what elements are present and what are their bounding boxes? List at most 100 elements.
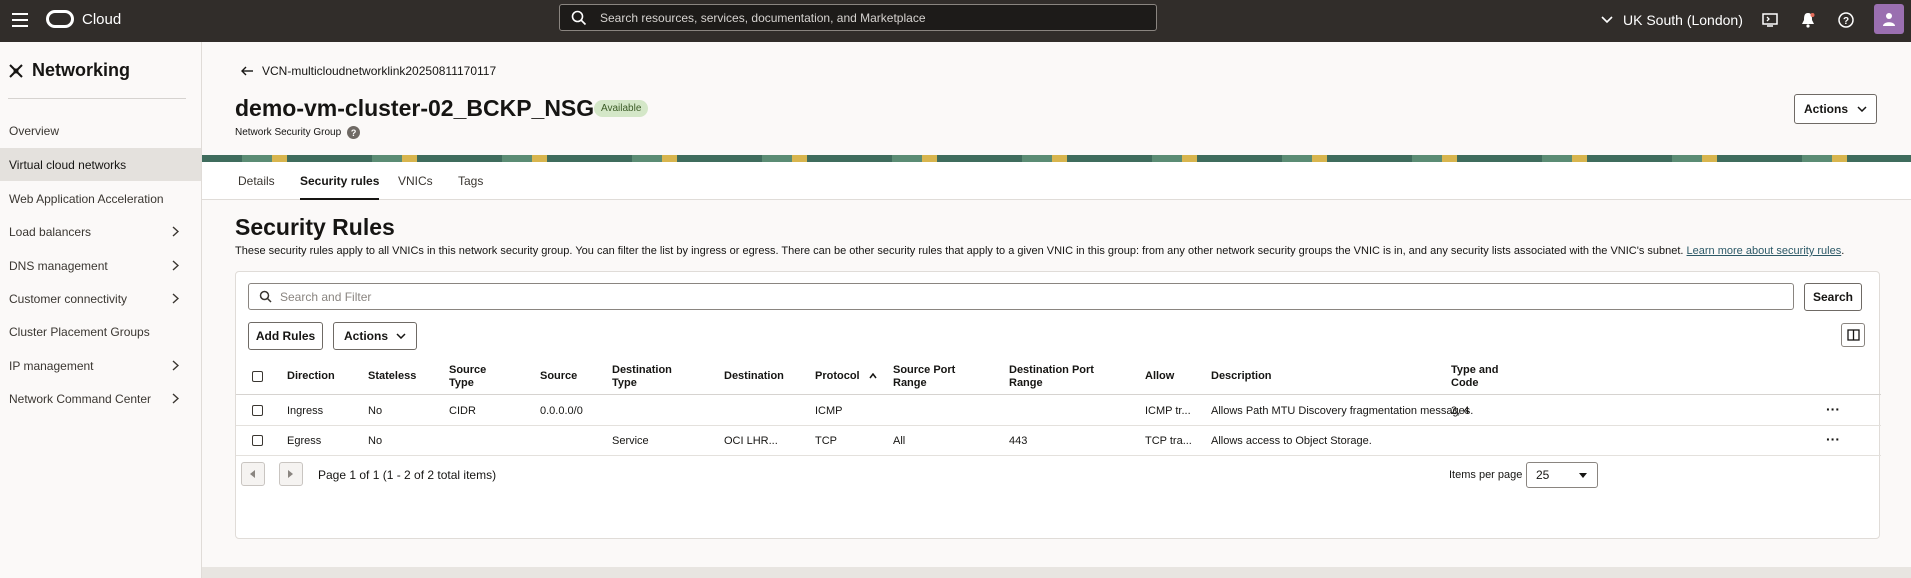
sidebar-item-web-application-acceleration[interactable]: Web Application Acceleration — [0, 182, 201, 215]
sidebar-item-overview[interactable]: Overview — [0, 114, 201, 147]
column-header-label: Type — [612, 377, 637, 389]
sidebar-item-label: Network Command Center — [9, 391, 152, 406]
learn-more-link[interactable]: Learn more about security rules — [1687, 245, 1842, 257]
items-per-page-label: Items per page — [1449, 469, 1523, 481]
column-settings-button[interactable] — [1841, 323, 1865, 347]
search-button[interactable]: Search — [1804, 283, 1862, 311]
brand-name[interactable]: Cloud — [82, 11, 121, 28]
menu-icon[interactable] — [12, 13, 28, 29]
column-header-protocol[interactable]: Protocol — [815, 370, 877, 383]
security-rules-panel: Search and Filter Search Add Rules Actio… — [235, 271, 1881, 539]
cell-destination-port-range: 443 — [1009, 435, 1028, 447]
page-footer-strip — [202, 567, 1911, 578]
previous-page-button[interactable] — [241, 462, 265, 486]
global-search-placeholder: Search resources, services, documentatio… — [600, 10, 926, 25]
column-header-label: Source — [540, 370, 578, 382]
column-header-label: Direction — [287, 370, 335, 382]
pagination-summary: Page 1 of 1 (1 - 2 of 2 total items) — [318, 468, 497, 482]
column-header-label: Destination Port — [1009, 364, 1094, 376]
user-icon — [1883, 13, 1895, 26]
column-header-destination-port-range[interactable]: Destination Port Range — [1009, 364, 1094, 390]
column-header-label: Type and — [1451, 364, 1499, 376]
column-header-description[interactable]: Description — [1211, 370, 1272, 383]
global-search-input[interactable]: Search resources, services, documentatio… — [559, 4, 1157, 31]
column-header-source-type[interactable]: Source Type — [449, 364, 486, 390]
cell-source-port-range: All — [893, 435, 906, 447]
row-actions-icon[interactable]: ··· — [1826, 431, 1840, 447]
table-row: Ingress No CIDR 0.0.0.0/0 ICMP ICMP tr..… — [236, 396, 1881, 426]
items-per-page-value: 25 — [1536, 468, 1550, 482]
chevron-right-icon — [172, 226, 179, 237]
header-actions-label: Actions — [1803, 102, 1848, 116]
cell-source: 0.0.0.0/0 — [540, 405, 583, 417]
sidebar-item-customer-connectivity[interactable]: Customer connectivity — [0, 282, 201, 315]
chevron-down-icon — [1601, 16, 1613, 24]
sidebar-title-label: Networking — [32, 60, 131, 80]
sidebar-item-label: Virtual cloud networks — [9, 157, 127, 172]
search-and-filter-input[interactable]: Search and Filter — [248, 283, 1794, 310]
back-link[interactable]: VCN-multicloudnetworklink20250811170117 — [241, 64, 496, 78]
description-period: . — [1841, 245, 1845, 257]
column-header-label: Allow — [1145, 370, 1175, 382]
tab-details[interactable]: Details — [238, 174, 275, 188]
help-icon[interactable]: ? — [347, 126, 361, 139]
cell-destination-type: Service — [612, 435, 649, 447]
section-description: These security rules apply to all VNICs … — [235, 244, 1880, 258]
sidebar-item-network-command-center[interactable]: Network Command Center — [0, 382, 201, 415]
rules-actions-button[interactable]: Actions — [333, 322, 417, 350]
next-page-button[interactable] — [279, 462, 303, 486]
search-icon — [571, 10, 587, 25]
cloud-shell-icon[interactable] — [1761, 11, 1779, 29]
column-header-destination[interactable]: Destination — [724, 370, 784, 383]
tab-security-rules[interactable]: Security rules — [300, 174, 380, 200]
select-all-checkbox[interactable] — [252, 371, 263, 382]
column-header-label: Range — [1009, 377, 1043, 389]
sidebar-title: Networking — [8, 60, 130, 81]
user-avatar[interactable] — [1874, 4, 1904, 34]
cell-protocol: TCP — [815, 435, 837, 447]
cell-description: Allows Path MTU Discovery fragmentation … — [1211, 405, 1474, 417]
sidebar-item-cluster-placement-groups[interactable]: Cluster Placement Groups — [0, 315, 201, 348]
tab-bar: Details Security rules VNICs Tags — [202, 162, 1911, 200]
tab-vnics[interactable]: VNICs — [398, 174, 433, 188]
region-selector[interactable]: UK South (London) — [1601, 12, 1743, 28]
header-actions-button[interactable]: Actions — [1794, 94, 1877, 124]
column-header-allow[interactable]: Allow — [1145, 370, 1174, 383]
column-header-direction[interactable]: Direction — [287, 370, 335, 383]
cell-direction: Ingress — [287, 405, 324, 417]
tab-tags[interactable]: Tags — [458, 174, 483, 188]
items-per-page-select[interactable]: 25 — [1526, 462, 1598, 488]
column-header-stateless[interactable]: Stateless — [368, 370, 416, 383]
oracle-logo-icon[interactable] — [46, 10, 74, 28]
column-header-label: Destination — [724, 370, 784, 382]
add-rules-button[interactable]: Add Rules — [248, 322, 323, 350]
sidebar-item-label: Overview — [9, 123, 60, 138]
column-header-type-and-code[interactable]: Type and Code — [1451, 364, 1498, 390]
column-header-label: Source — [449, 364, 487, 376]
column-header-source-port-range[interactable]: Source Port Range — [893, 364, 955, 390]
arrow-left-icon — [241, 66, 253, 76]
chevron-right-icon — [172, 393, 179, 404]
cell-allow: TCP tra... — [1145, 435, 1192, 447]
row-checkbox[interactable] — [252, 405, 263, 416]
cell-stateless: No — [368, 435, 383, 447]
column-header-label: Destination — [612, 364, 672, 376]
sidebar-item-load-balancers[interactable]: Load balancers — [0, 215, 201, 248]
help-icon[interactable]: ? — [1837, 11, 1855, 29]
cell-description: Allows access to Object Storage. — [1211, 435, 1372, 447]
chevron-right-icon — [172, 260, 179, 271]
row-actions-icon[interactable]: ··· — [1826, 401, 1840, 417]
column-header-source[interactable]: Source — [540, 370, 577, 383]
sidebar-item-virtual-cloud-networks[interactable]: Virtual cloud networks — [0, 148, 201, 181]
main-content: VCN-multicloudnetworklink20250811170117 … — [202, 42, 1911, 578]
notifications-bell-icon[interactable] — [1799, 11, 1817, 29]
sidebar-item-ip-management[interactable]: IP management — [0, 349, 201, 382]
back-link-label: VCN-multicloudnetworklink20250811170117 — [262, 64, 497, 78]
column-header-destination-type[interactable]: Destination Type — [612, 364, 672, 390]
row-checkbox[interactable] — [252, 435, 263, 446]
region-label: UK South (London) — [1623, 12, 1743, 28]
section-description-text: These security rules apply to all VNICs … — [235, 245, 1684, 257]
sidebar-item-label: Load balancers — [9, 224, 92, 239]
table-header: Direction Stateless Source Type Source De… — [236, 358, 1881, 395]
sidebar-item-dns-management[interactable]: DNS management — [0, 249, 201, 282]
